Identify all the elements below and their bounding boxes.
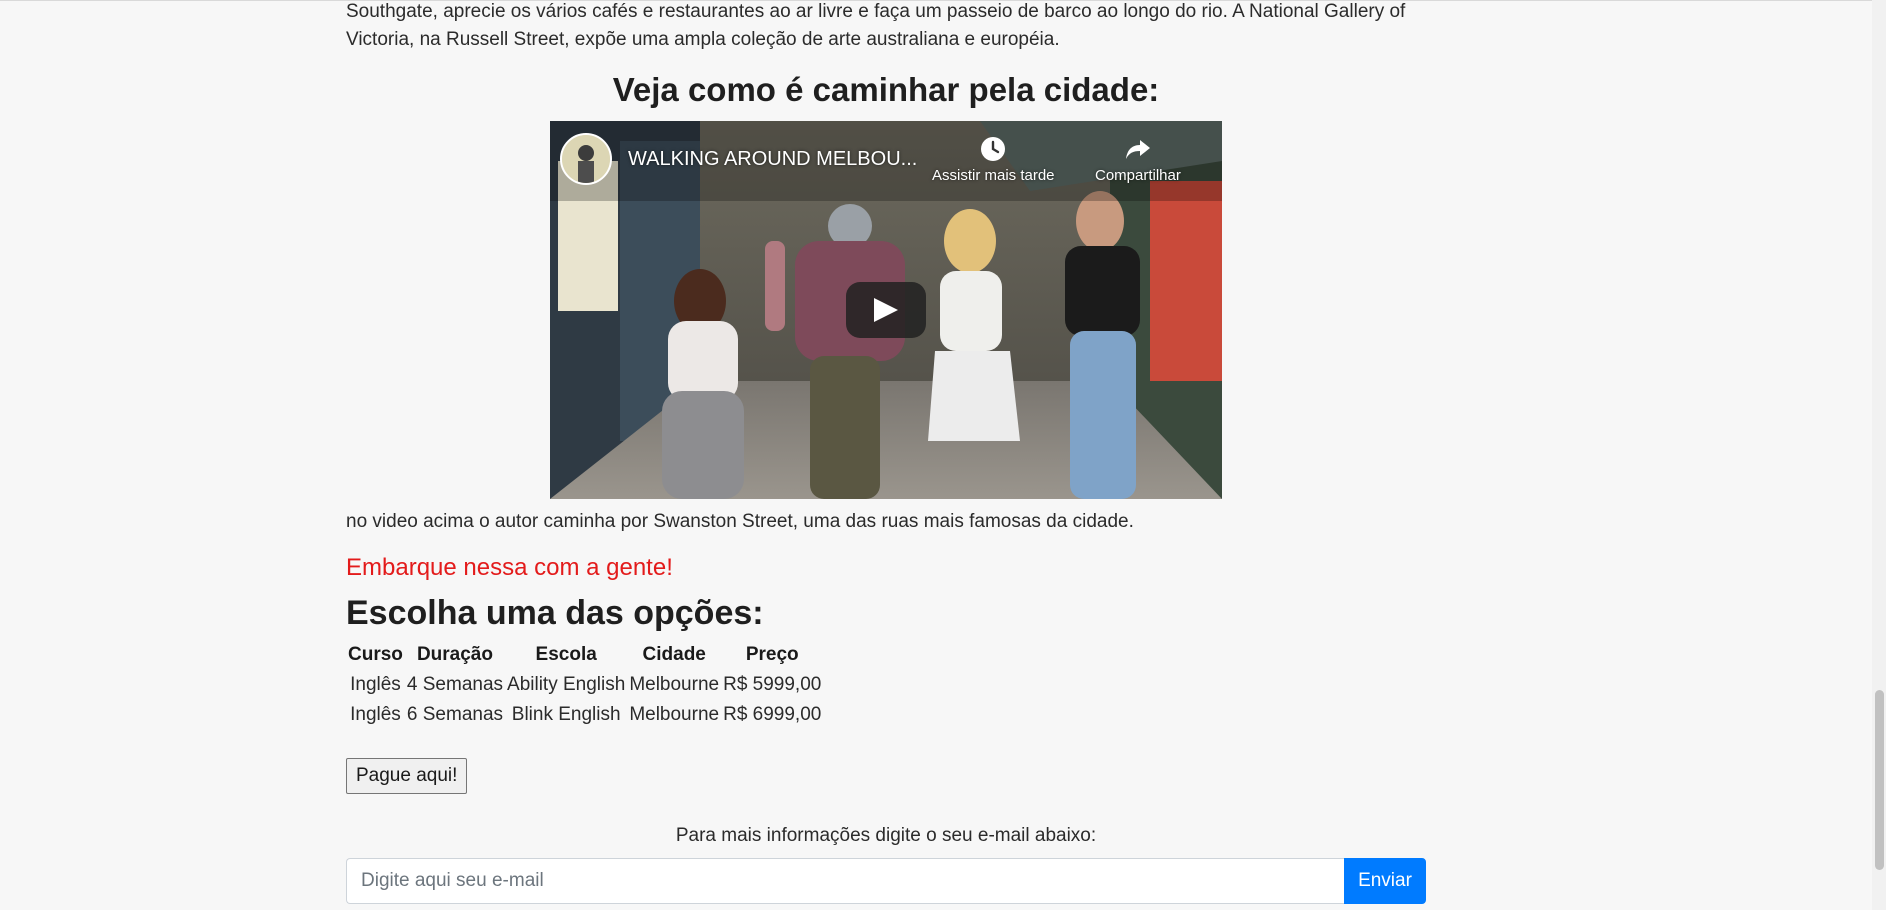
- video-caption: no video acima o autor caminha por Swans…: [346, 511, 1134, 532]
- table-cell: 6 Semanas: [406, 704, 504, 725]
- share-control[interactable]: Compartilhar: [1095, 135, 1181, 184]
- video-heading: Veja como é caminhar pela cidade:: [612, 71, 1160, 108]
- table-cell: Melbourne: [629, 704, 720, 725]
- table-cell: Inglês: [350, 704, 401, 725]
- page-scrollbar[interactable]: [1872, 0, 1886, 910]
- column-header: Curso: [348, 644, 403, 665]
- table-cell: R$ 5999,00: [723, 674, 822, 695]
- table-cell: Inglês: [350, 674, 401, 695]
- column-header: Cidade: [642, 644, 706, 665]
- table-cell: R$ 6999,00: [723, 704, 822, 725]
- embedded-video[interactable]: WALKING AROUND MELBOU... Assistir mais t…: [550, 121, 1222, 499]
- watch-later-control[interactable]: Assistir mais tarde: [932, 135, 1055, 184]
- table-row: Inglês 6 Semanas Blink English Melbourne…: [346, 700, 823, 730]
- column-header: Preço: [745, 644, 799, 665]
- send-button[interactable]: Enviar: [1344, 858, 1426, 904]
- play-button[interactable]: [846, 282, 926, 338]
- options-heading: Escolha uma das opções:: [346, 594, 764, 632]
- promo-heading: Embarque nessa com a gente!: [346, 554, 673, 581]
- column-header: Escola: [535, 644, 597, 665]
- video-title[interactable]: WALKING AROUND MELBOU...: [628, 148, 917, 171]
- email-prompt: Para mais informações digite o seu e-mai…: [675, 825, 1097, 846]
- clock-icon: [981, 137, 1006, 161]
- table-cell: Blink English: [511, 704, 621, 725]
- table-row: Inglês 4 Semanas Ability English Melbour…: [346, 670, 823, 700]
- share-icon: [1125, 140, 1150, 159]
- table-cell: Ability English: [507, 674, 626, 695]
- newsletter-form: Enviar: [346, 858, 1426, 904]
- email-input[interactable]: [346, 858, 1344, 904]
- channel-avatar-icon[interactable]: [560, 133, 612, 185]
- watch-later-label: Assistir mais tarde: [932, 167, 1055, 184]
- channel-avatar-image: [562, 135, 610, 183]
- play-icon: [874, 298, 898, 322]
- scrollbar-thumb[interactable]: [1875, 690, 1884, 870]
- share-label: Compartilhar: [1095, 167, 1181, 184]
- table-header-row: Curso Duração Escola Cidade Preço: [346, 640, 823, 670]
- pay-button[interactable]: Pague aqui!: [346, 758, 468, 794]
- column-header: Duração: [416, 644, 493, 665]
- table-cell: 4 Semanas: [406, 674, 504, 695]
- table-cell: Melbourne: [629, 674, 720, 695]
- options-table: Curso Duração Escola Cidade Preço Inglês…: [346, 640, 823, 730]
- intro-paragraph: Southgate, aprecie os vários cafés e res…: [346, 1, 1406, 50]
